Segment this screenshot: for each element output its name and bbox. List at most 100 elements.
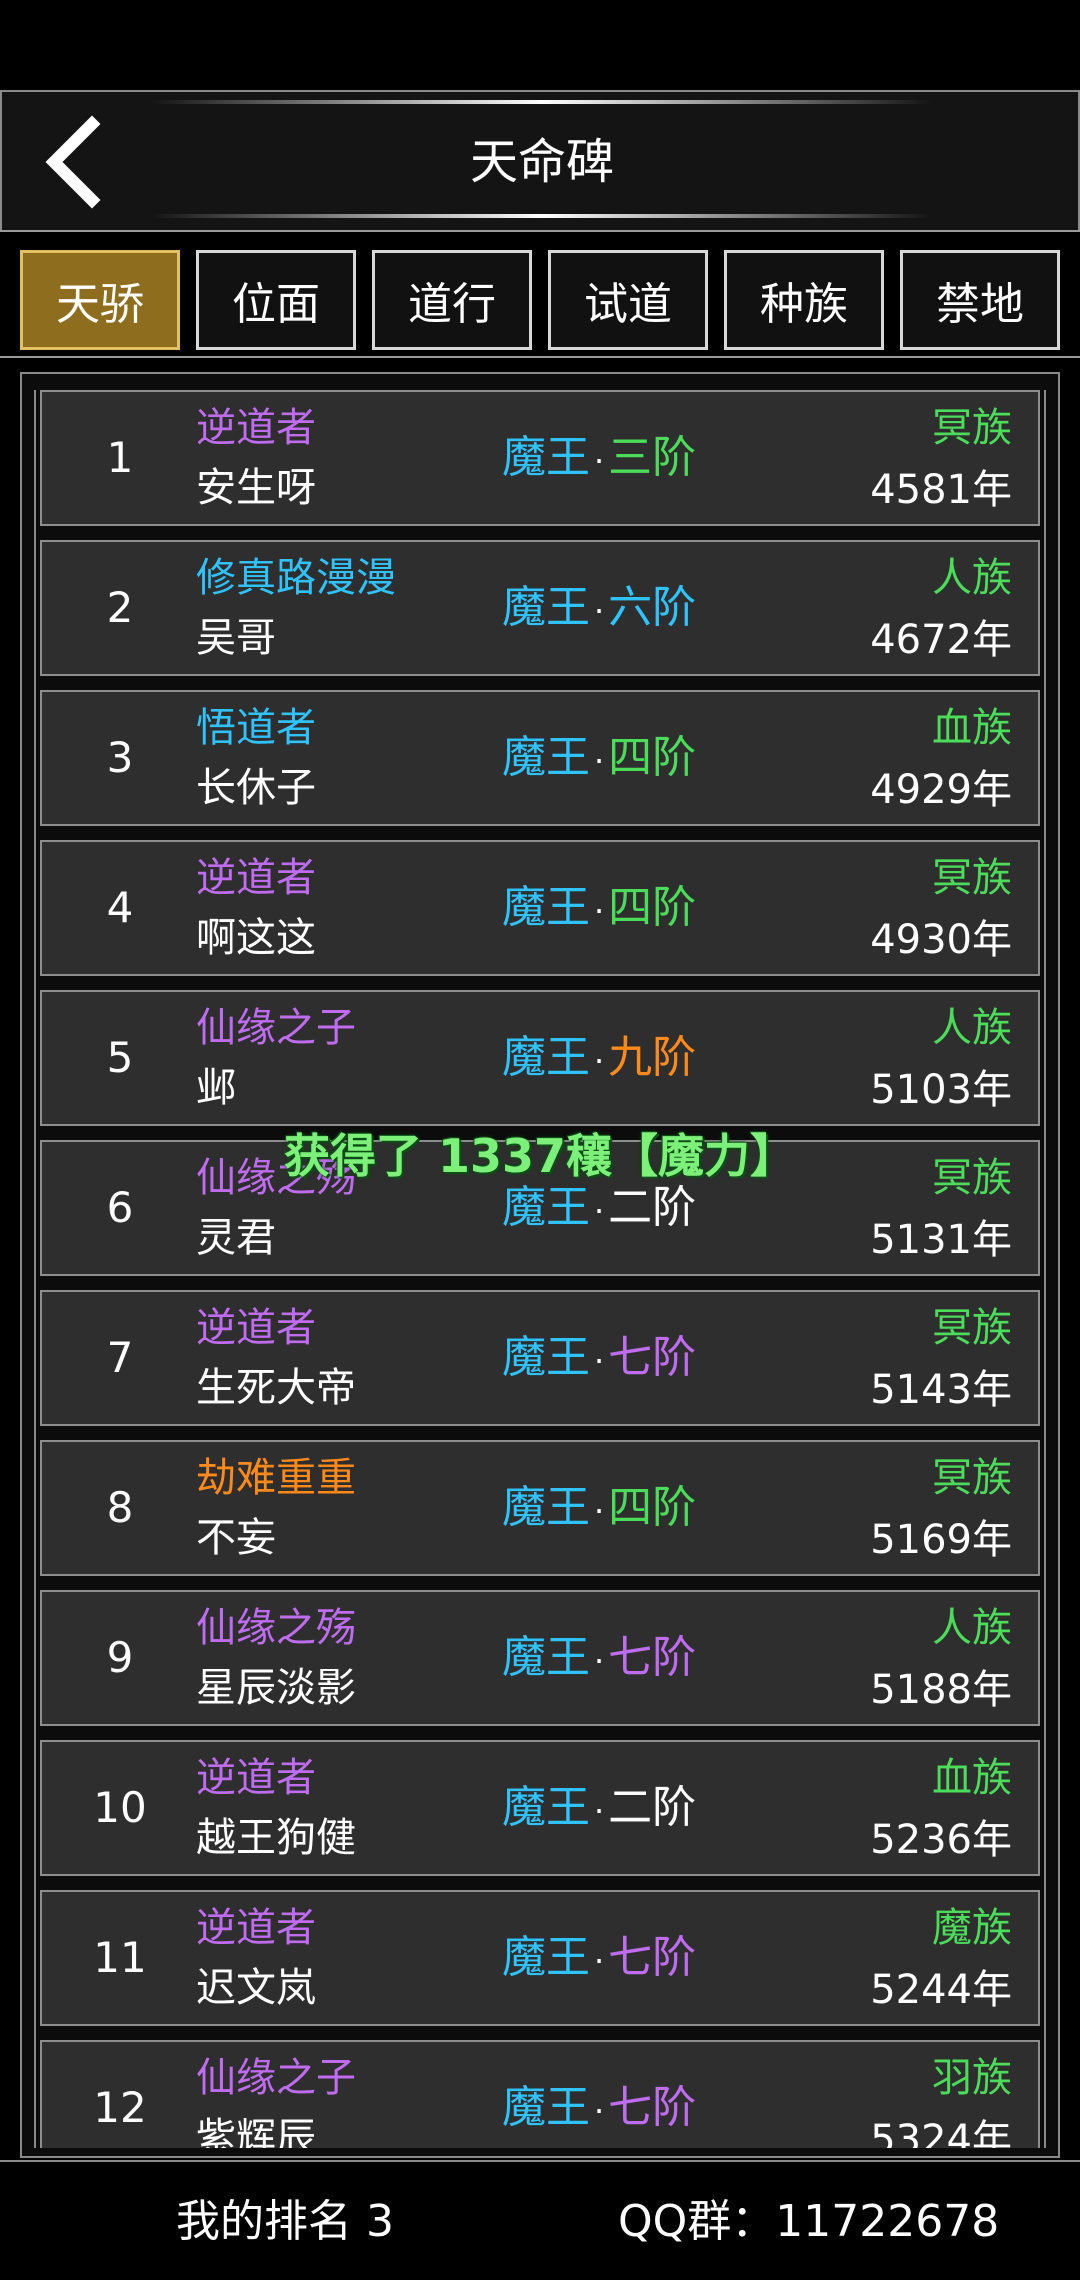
- player-name: 啊这这: [196, 915, 316, 961]
- player-age: 4929年: [870, 767, 1012, 813]
- player-title: 逆道者: [196, 405, 316, 451]
- table-row[interactable]: 7 逆道者 生死大帝 魔王 ·七阶 冥族 5143年: [40, 1290, 1040, 1426]
- realm-stage: 二阶: [608, 1782, 697, 1833]
- player-race: 人族: [932, 1605, 1012, 1651]
- realm-level: 魔王 ·四阶: [502, 842, 696, 974]
- table-row[interactable]: 11 逆道者 迟文岚 魔王 ·七阶 魔族 5244年: [40, 1890, 1040, 2026]
- my-rank-label: 我的排名 3: [176, 2196, 394, 2247]
- rank-number: 4: [106, 883, 134, 932]
- realm-name: 魔王: [502, 882, 590, 933]
- realm-stage: 九阶: [608, 1032, 697, 1083]
- rank-number: 2: [106, 583, 134, 632]
- table-row[interactable]: 9 仙缘之殇星辰淡影 魔王 ·七阶 人族 5188年: [40, 1590, 1040, 1726]
- realm-stage: 四阶: [608, 732, 697, 783]
- player-name: 迟文岚: [196, 1965, 316, 2011]
- realm-name: 魔王: [502, 1782, 590, 1833]
- separator-dot: ·: [594, 1942, 605, 1980]
- realm-level: 魔王 ·四阶: [502, 1442, 696, 1574]
- table-row[interactable]: 1 逆道者安生呀 魔王 ·三阶 冥族 4581年: [40, 390, 1040, 526]
- separator-dot: ·: [594, 1792, 605, 1830]
- realm-name: 魔王: [502, 1032, 590, 1083]
- player-race: 魔族: [932, 1905, 1012, 1951]
- player-race: 人族: [932, 555, 1012, 601]
- realm-level: 魔王 ·六阶: [502, 542, 696, 674]
- tab-tianjiao[interactable]: 天骄: [20, 250, 180, 350]
- separator-dot: ·: [594, 592, 605, 630]
- tab-zhongzu[interactable]: 种族: [724, 250, 884, 350]
- tab-daoxing[interactable]: 道行: [372, 250, 532, 350]
- rank-number: 9: [106, 1633, 134, 1682]
- player-name: 安生呀: [196, 465, 316, 511]
- back-button[interactable]: [38, 114, 118, 210]
- player-race: 冥族: [932, 405, 1012, 451]
- realm-name: 魔王: [502, 432, 590, 483]
- ranking-list[interactable]: 1 逆道者 安生呀 魔王 ·三阶 冥族 4581年 2 修真路漫漫 吴哥 魔王 ·六阶 人族 4672年 3…: [34, 390, 1046, 2148]
- realm-stage: 四阶: [608, 882, 697, 933]
- table-row[interactable]: 12 仙缘之子 紫辉辰 魔王 ·七阶 羽族 5324年: [40, 2040, 1040, 2148]
- table-row[interactable]: 6 仙缘之殇 灵君 魔王 ·二阶 冥族 5131年: [40, 1140, 1040, 1276]
- divider: [0, 356, 1080, 358]
- qq-group-label: QQ群：11722678: [618, 2196, 1000, 2247]
- footer-bar: 我的排名 3 QQ群：11722678: [0, 2160, 1080, 2280]
- player-title: 悟道者: [196, 705, 316, 751]
- rank-number: 10: [93, 1783, 147, 1832]
- player-age: 5131年: [870, 1217, 1012, 1263]
- separator-dot: ·: [594, 892, 605, 930]
- player-race: 血族: [932, 705, 1012, 751]
- player-name: 生死大帝: [196, 1365, 356, 1411]
- tab-jindi[interactable]: 禁地: [900, 250, 1060, 350]
- player-name: 紫辉辰: [196, 2115, 316, 2148]
- realm-stage: 七阶: [608, 2082, 697, 2133]
- player-name: 星辰淡影: [196, 1665, 356, 1711]
- realm-stage: 二阶: [608, 1182, 697, 1233]
- separator-dot: ·: [594, 1342, 605, 1380]
- player-age: 4581年: [870, 467, 1012, 513]
- player-age: 5324年: [870, 2117, 1012, 2148]
- table-row[interactable]: 5 仙缘之子邺 魔王 ·九阶 人族 5103年: [40, 990, 1040, 1126]
- player-age: 5236年: [870, 1817, 1012, 1863]
- table-row[interactable]: 3 悟道者 长休子 魔王 ·四阶 血族 4929年: [40, 690, 1040, 826]
- realm-name: 魔王: [502, 1182, 590, 1233]
- rank-number: 12: [93, 2083, 147, 2132]
- player-title: 逆道者: [196, 855, 316, 901]
- separator-dot: ·: [594, 742, 605, 780]
- divider: [0, 230, 1080, 232]
- realm-level: 魔王 ·二阶: [502, 1142, 696, 1274]
- player-age: 5103年: [870, 1067, 1012, 1113]
- tab-weimian[interactable]: 位面: [196, 250, 356, 350]
- table-row[interactable]: 10 逆道者 越王狗健 魔王 ·二阶 血族 5236年: [40, 1740, 1040, 1876]
- separator-dot: ·: [594, 1642, 605, 1680]
- realm-name: 魔王: [502, 1632, 590, 1683]
- table-row[interactable]: 8 劫难重重 不妄 魔王 ·四阶 冥族 5169年: [40, 1440, 1040, 1576]
- realm-level: 魔王 ·九阶: [502, 992, 696, 1124]
- tab-shidao[interactable]: 试道: [548, 250, 708, 350]
- page-title: 天命碑: [469, 134, 614, 190]
- separator-dot: ·: [594, 1042, 605, 1080]
- table-row[interactable]: 2 修真路漫漫 吴哥 魔王 ·六阶 人族 4672年: [40, 540, 1040, 676]
- player-title: 逆道者: [196, 1905, 316, 1951]
- player-title: 仙缘之子: [196, 1005, 356, 1051]
- realm-name: 魔王: [502, 732, 590, 783]
- player-name: 灵君: [196, 1215, 276, 1261]
- realm-level: 魔王 ·四阶: [502, 692, 696, 824]
- realm-stage: 七阶: [608, 1632, 697, 1683]
- realm-name: 魔王: [502, 2082, 590, 2133]
- player-title: 逆道者: [196, 1755, 316, 1801]
- tab-bar: 天骄 位面 道行 试道 种族 禁地: [20, 250, 1060, 350]
- player-age: 5143年: [870, 1367, 1012, 1413]
- separator-dot: ·: [594, 442, 605, 480]
- player-age: 5188年: [870, 1667, 1012, 1713]
- rank-number: 1: [106, 433, 134, 482]
- player-age: 5244年: [870, 1967, 1012, 2013]
- separator-dot: ·: [594, 1192, 605, 1230]
- rank-number: 7: [106, 1333, 134, 1382]
- table-row[interactable]: 4 逆道者 啊这这 魔王 ·四阶 冥族 4930年: [40, 840, 1040, 976]
- rank-number: 3: [106, 733, 134, 782]
- player-race: 冥族: [932, 855, 1012, 901]
- chevron-left-icon: [45, 115, 101, 209]
- realm-stage: 四阶: [608, 1482, 697, 1533]
- player-title: 仙缘之殇: [196, 1605, 356, 1651]
- realm-stage: 三阶: [608, 432, 697, 483]
- rank-number: 5: [106, 1033, 134, 1082]
- separator-dot: ·: [594, 2092, 605, 2130]
